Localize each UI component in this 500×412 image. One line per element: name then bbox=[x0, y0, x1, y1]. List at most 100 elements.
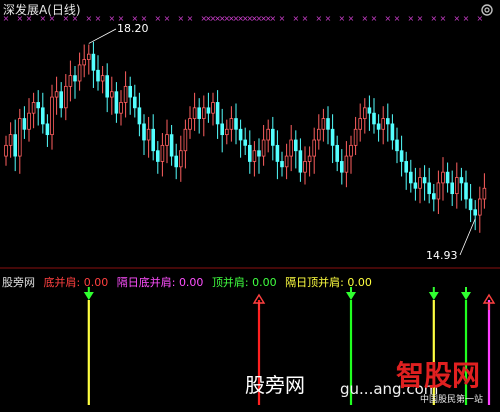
candle-body bbox=[8, 134, 13, 146]
candle-body bbox=[280, 161, 284, 168]
candle-body bbox=[27, 112, 31, 130]
legend-item-nextday-top-shoulder: 隔日顶并肩: 0.00 bbox=[285, 276, 372, 289]
candle-body bbox=[312, 139, 316, 157]
candle bbox=[105, 63, 110, 113]
candle bbox=[326, 106, 330, 145]
candle-body bbox=[234, 118, 238, 130]
candle bbox=[385, 103, 390, 142]
candle bbox=[270, 116, 275, 161]
candle bbox=[82, 44, 87, 78]
candle bbox=[404, 151, 408, 190]
candle-body bbox=[289, 139, 293, 157]
candle bbox=[4, 135, 8, 166]
candle bbox=[413, 167, 418, 201]
legend-label: 顶并肩: bbox=[211, 276, 249, 289]
signal-marker: × bbox=[164, 14, 171, 23]
candle bbox=[91, 41, 96, 88]
candle-body bbox=[473, 209, 477, 216]
candle bbox=[418, 167, 422, 204]
candle bbox=[464, 170, 468, 209]
candle-body bbox=[413, 182, 418, 189]
signal-arrow bbox=[83, 287, 94, 405]
candle-body bbox=[399, 150, 404, 162]
candle bbox=[450, 170, 454, 206]
candle-body bbox=[316, 128, 321, 141]
candle bbox=[358, 103, 362, 142]
candle-body bbox=[385, 118, 390, 125]
candle-body bbox=[376, 123, 381, 130]
candle bbox=[174, 143, 179, 180]
signal-marker: × bbox=[407, 14, 414, 23]
candle-body bbox=[257, 150, 261, 157]
candle-body bbox=[91, 53, 96, 71]
candle-body bbox=[418, 177, 422, 189]
candle bbox=[215, 90, 220, 139]
candle bbox=[441, 157, 445, 201]
candle bbox=[468, 183, 473, 223]
candle bbox=[68, 60, 73, 102]
indicator-legend: 股旁网 底并肩: 0.00 隔日底并肩: 0.00 顶并肩: 0.00 隔日顶并… bbox=[2, 274, 377, 290]
candle bbox=[114, 82, 119, 123]
signal-marker: × bbox=[361, 14, 368, 23]
candle bbox=[280, 151, 284, 177]
candle-body bbox=[73, 75, 77, 82]
candle-body bbox=[137, 107, 142, 125]
candle-body bbox=[436, 182, 441, 200]
indicator-name[interactable]: 股旁网 bbox=[2, 276, 35, 289]
candle bbox=[349, 135, 353, 174]
candle-body bbox=[4, 144, 8, 157]
down-arrow-icon bbox=[83, 292, 94, 300]
candle-body bbox=[454, 177, 459, 195]
candle-body bbox=[119, 102, 123, 114]
candle bbox=[284, 143, 289, 180]
legend-item-top-shoulder: 顶并肩: 0.00 bbox=[212, 276, 280, 289]
signal-marker: × bbox=[108, 14, 115, 23]
candle bbox=[367, 95, 372, 131]
candle-body bbox=[293, 139, 298, 152]
candle-body bbox=[114, 91, 119, 114]
candle-body bbox=[284, 155, 289, 168]
candle bbox=[330, 114, 335, 164]
candle-body bbox=[13, 134, 18, 157]
candle-body bbox=[169, 134, 174, 157]
legend-value: 0.00 bbox=[178, 276, 204, 289]
candle bbox=[238, 119, 243, 158]
candle bbox=[146, 116, 151, 158]
gear-icon[interactable] bbox=[480, 3, 494, 17]
candle-body bbox=[229, 118, 234, 130]
signal-marker: × bbox=[463, 14, 470, 23]
candle-body bbox=[17, 118, 22, 157]
candle-body bbox=[87, 53, 91, 60]
candle bbox=[192, 92, 197, 131]
candle-body bbox=[59, 91, 63, 109]
candle bbox=[307, 146, 312, 177]
candle bbox=[454, 162, 459, 209]
candle-body bbox=[128, 85, 133, 98]
signal-marker: × bbox=[85, 14, 92, 23]
candle bbox=[431, 183, 436, 212]
candle-body bbox=[100, 75, 105, 82]
candle-body bbox=[206, 107, 211, 114]
candle bbox=[247, 130, 252, 174]
signal-marker: × bbox=[384, 14, 391, 23]
candle-body bbox=[482, 187, 487, 200]
down-arrow-icon bbox=[461, 292, 471, 300]
candle bbox=[142, 114, 146, 156]
candle-body bbox=[335, 144, 339, 162]
stock-chart: × × × × × × × × × × × × × × × × × ×××××××××××××××× × × × × × × ×… bbox=[0, 14, 500, 405]
signal-marker: × bbox=[302, 14, 309, 23]
candle-body bbox=[339, 161, 344, 173]
candle-body bbox=[174, 155, 179, 168]
candle bbox=[96, 55, 100, 91]
candle bbox=[87, 44, 91, 75]
candle-body bbox=[266, 128, 270, 141]
signal-arrow bbox=[482, 293, 496, 405]
candle bbox=[482, 173, 487, 209]
candle bbox=[178, 135, 183, 182]
candle-body bbox=[238, 128, 243, 141]
candle bbox=[303, 146, 307, 185]
candle-body bbox=[77, 64, 82, 82]
high-price-label: 18.20 bbox=[117, 22, 149, 35]
candle bbox=[289, 124, 293, 172]
candle-body bbox=[431, 193, 436, 200]
